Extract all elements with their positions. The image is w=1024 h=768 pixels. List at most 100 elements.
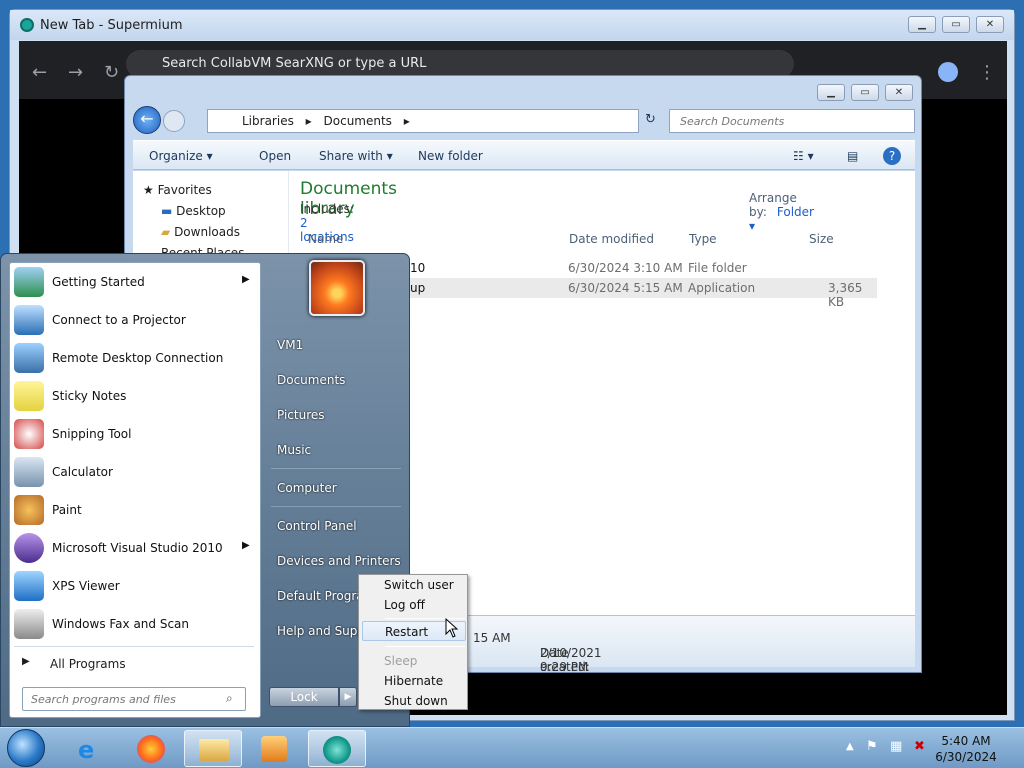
share-with-label: Share with xyxy=(319,149,383,163)
program-label: Connect to a Projector xyxy=(52,313,186,327)
xps-viewer-icon xyxy=(14,571,44,601)
open-button[interactable]: Open xyxy=(259,149,291,163)
explorer-close-button[interactable]: ✕ xyxy=(885,84,913,101)
explorer-search-input[interactable]: Search Documents xyxy=(669,109,915,133)
explorer-maximize-button[interactable]: ▭ xyxy=(851,84,879,101)
menu-item-hibernate[interactable]: Hibernate xyxy=(362,671,466,691)
back-icon[interactable]: ← xyxy=(32,62,47,83)
browser-maximize-button[interactable]: ▭ xyxy=(942,16,970,33)
calculator-icon xyxy=(14,457,44,487)
program-sticky-notes[interactable]: Sticky Notes xyxy=(10,377,260,415)
divider xyxy=(271,506,401,507)
projector-icon xyxy=(14,305,44,335)
nav-favorites[interactable]: ★ Favorites xyxy=(143,183,212,197)
nav-desktop[interactable]: ▬ Desktop xyxy=(161,204,226,218)
all-programs-button[interactable]: ▶ All Programs xyxy=(16,652,256,676)
link-documents[interactable]: Documents xyxy=(277,373,345,387)
fax-scan-icon xyxy=(14,609,44,639)
row-name: up xyxy=(410,281,426,295)
supermium-icon xyxy=(323,736,351,764)
internet-explorer-icon: e xyxy=(78,736,95,764)
lock-button[interactable]: Lock xyxy=(269,687,339,707)
forward-icon[interactable]: → xyxy=(68,62,83,83)
link-control-panel[interactable]: Control Panel xyxy=(277,519,357,533)
taskbar-firefox[interactable] xyxy=(122,730,180,767)
menu-separator xyxy=(385,646,465,647)
row-size: 3,365 KB xyxy=(828,281,863,309)
program-calculator[interactable]: Calculator xyxy=(10,453,260,491)
network-icon[interactable]: ▦ xyxy=(890,739,902,754)
browser-window-title: New Tab - Supermium xyxy=(40,18,183,33)
action-center-flag-icon[interactable]: ⚑ xyxy=(866,739,878,754)
link-music[interactable]: Music xyxy=(277,443,311,457)
omnibox[interactable]: Search CollabVM SearXNG or type a URL xyxy=(126,50,794,78)
new-folder-button[interactable]: New folder xyxy=(418,149,483,163)
column-date-modified[interactable]: Date modified xyxy=(569,232,654,246)
divider xyxy=(14,646,254,647)
remote-desktop-icon xyxy=(14,343,44,373)
start-menu: Getting Started ▶ Connect to a Projector … xyxy=(0,253,410,727)
link-devices-printers[interactable]: Devices and Printers xyxy=(277,554,401,568)
volume-muted-icon[interactable]: ✖ xyxy=(914,739,925,754)
arrange-by: Arrange by: Folder ▾ xyxy=(749,191,814,233)
program-label: Microsoft Visual Studio 2010 xyxy=(52,541,223,555)
menu-item-shut-down[interactable]: Shut down xyxy=(362,691,466,711)
link-user[interactable]: VM1 xyxy=(277,338,303,352)
program-label: Remote Desktop Connection xyxy=(52,351,224,365)
forward-arrow-icon[interactable] xyxy=(163,110,185,132)
browser-titlebar[interactable]: New Tab - Supermium ▁ ▭ ✕ xyxy=(10,10,1014,40)
program-xps-viewer[interactable]: XPS Viewer xyxy=(10,567,260,605)
back-arrow-icon[interactable]: ← xyxy=(133,106,161,134)
start-orb-icon[interactable] xyxy=(7,729,45,767)
link-computer[interactable]: Computer xyxy=(277,481,337,495)
explorer-minimize-button[interactable]: ▁ xyxy=(817,84,845,101)
help-icon[interactable]: ? xyxy=(883,147,901,165)
refresh-icon[interactable]: ↻ xyxy=(645,112,656,127)
program-getting-started[interactable]: Getting Started ▶ xyxy=(10,263,260,301)
link-pictures[interactable]: Pictures xyxy=(277,408,325,422)
breadcrumb[interactable]: Libraries ▸ Documents ▸ xyxy=(207,109,639,133)
program-visual-studio[interactable]: Microsoft Visual Studio 2010 ▶ xyxy=(10,529,260,567)
preview-pane-icon[interactable]: ▤ xyxy=(847,149,858,163)
taskbar-explorer[interactable] xyxy=(184,730,242,767)
menu-item-switch-user[interactable]: Switch user xyxy=(362,575,466,595)
all-programs-arrow-icon: ▶ xyxy=(22,656,30,667)
taskbar-ie[interactable]: e xyxy=(62,730,120,767)
taskbar-media[interactable] xyxy=(246,730,304,767)
share-with-button[interactable]: Share with ▾ xyxy=(319,149,393,163)
menu-item-log-off[interactable]: Log off xyxy=(362,595,466,615)
organize-label: Organize xyxy=(149,149,203,163)
column-type[interactable]: Type xyxy=(689,232,717,246)
program-label: Sticky Notes xyxy=(52,389,127,403)
clock[interactable]: 5:40 AM 6/30/2024 xyxy=(930,733,1002,765)
favorites-label: Favorites xyxy=(157,183,212,197)
taskbar-supermium[interactable] xyxy=(308,730,366,767)
breadcrumb-separator-icon: ▸ xyxy=(403,114,410,128)
search-icon[interactable]: ⌕ xyxy=(226,691,233,706)
reload-icon[interactable]: ↻ xyxy=(104,62,119,83)
column-size[interactable]: Size xyxy=(809,232,834,246)
clock-time: 5:40 AM xyxy=(941,734,991,748)
program-remote-desktop[interactable]: Remote Desktop Connection xyxy=(10,339,260,377)
program-snipping-tool[interactable]: Snipping Tool xyxy=(10,415,260,453)
user-picture[interactable] xyxy=(309,260,365,316)
row-type: Application xyxy=(688,281,756,295)
program-connect-projector[interactable]: Connect to a Projector xyxy=(10,301,260,339)
explorer-command-bar: Organize ▾ Open Share with ▾ New folder … xyxy=(133,140,915,170)
start-search-input[interactable]: Search programs and files xyxy=(22,687,246,711)
program-fax-scan[interactable]: Windows Fax and Scan xyxy=(10,605,260,643)
nav-downloads[interactable]: ▰ Downloads xyxy=(161,225,240,239)
submenu-arrow-icon: ▶ xyxy=(242,274,250,285)
breadcrumb-documents[interactable]: Documents xyxy=(324,114,392,128)
show-hidden-icons-icon[interactable]: ▲ xyxy=(846,741,854,752)
organize-button[interactable]: Organize ▾ xyxy=(149,149,213,163)
program-paint[interactable]: Paint xyxy=(10,491,260,529)
browser-minimize-button[interactable]: ▁ xyxy=(908,16,936,33)
menu-dots-icon[interactable]: ⋮ xyxy=(978,62,996,83)
column-name[interactable]: Name xyxy=(308,232,343,246)
shutdown-options-arrow-icon[interactable]: ▶ xyxy=(339,687,357,707)
breadcrumb-libraries[interactable]: Libraries xyxy=(242,114,294,128)
browser-close-button[interactable]: ✕ xyxy=(976,16,1004,33)
profile-icon[interactable] xyxy=(938,62,958,82)
view-options-icon[interactable]: ☷ ▾ xyxy=(793,149,814,163)
